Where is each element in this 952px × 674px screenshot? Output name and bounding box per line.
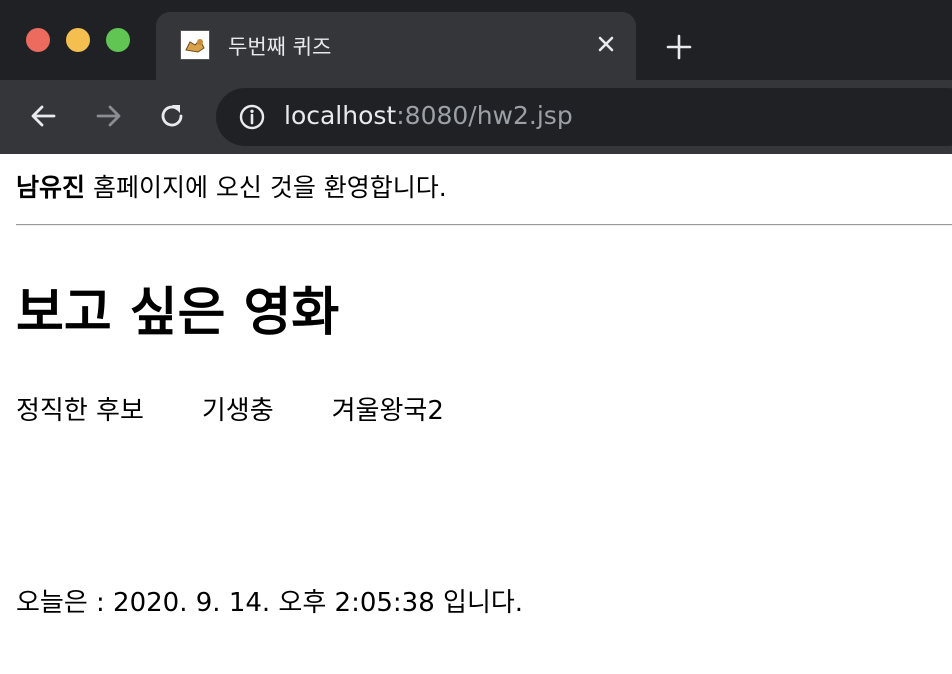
address-bar[interactable]: localhost:8080/hw2.jsp — [216, 88, 952, 146]
address-host: localhost — [284, 101, 397, 130]
date-line: 오늘은 : 2020. 9. 14. 오후 2:05:38 입니다. — [16, 588, 524, 618]
window-zoom-button[interactable] — [106, 28, 130, 52]
plus-icon[interactable] — [664, 32, 694, 62]
movie-list: 정직한 후보 기생충 겨울왕국2 — [16, 390, 502, 427]
welcome-name: 남유진 — [16, 173, 86, 202]
window-minimize-button[interactable] — [66, 28, 90, 52]
tomcat-icon — [180, 30, 210, 60]
browser-toolbar: localhost:8080/hw2.jsp — [0, 80, 952, 154]
info-icon[interactable] — [238, 103, 266, 131]
welcome-text: 홈페이지에 오신 것을 환영합니다. — [85, 173, 447, 202]
browser-tab[interactable]: 두번째 퀴즈 — [156, 12, 636, 80]
close-icon[interactable] — [592, 30, 620, 58]
movie-item: 기생충 — [201, 396, 274, 426]
address-url: localhost:8080/hw2.jsp — [284, 101, 573, 130]
forward-arrow-icon[interactable] — [92, 100, 124, 132]
back-arrow-icon[interactable] — [28, 100, 60, 132]
welcome-message: 남유진 홈페이지에 오신 것을 환영합니다. — [16, 168, 447, 204]
address-path: :8080/hw2.jsp — [396, 101, 573, 130]
movie-item: 겨울왕국2 — [331, 396, 444, 426]
divider — [16, 224, 952, 226]
window-close-button[interactable] — [26, 28, 50, 52]
tab-title: 두번째 퀴즈 — [228, 35, 332, 59]
page-title: 보고 싶은 영화 — [16, 283, 340, 343]
reload-icon[interactable] — [156, 100, 188, 132]
browser-tab-strip: 두번째 퀴즈 — [0, 0, 952, 80]
movie-item: 정직한 후보 — [16, 396, 144, 426]
